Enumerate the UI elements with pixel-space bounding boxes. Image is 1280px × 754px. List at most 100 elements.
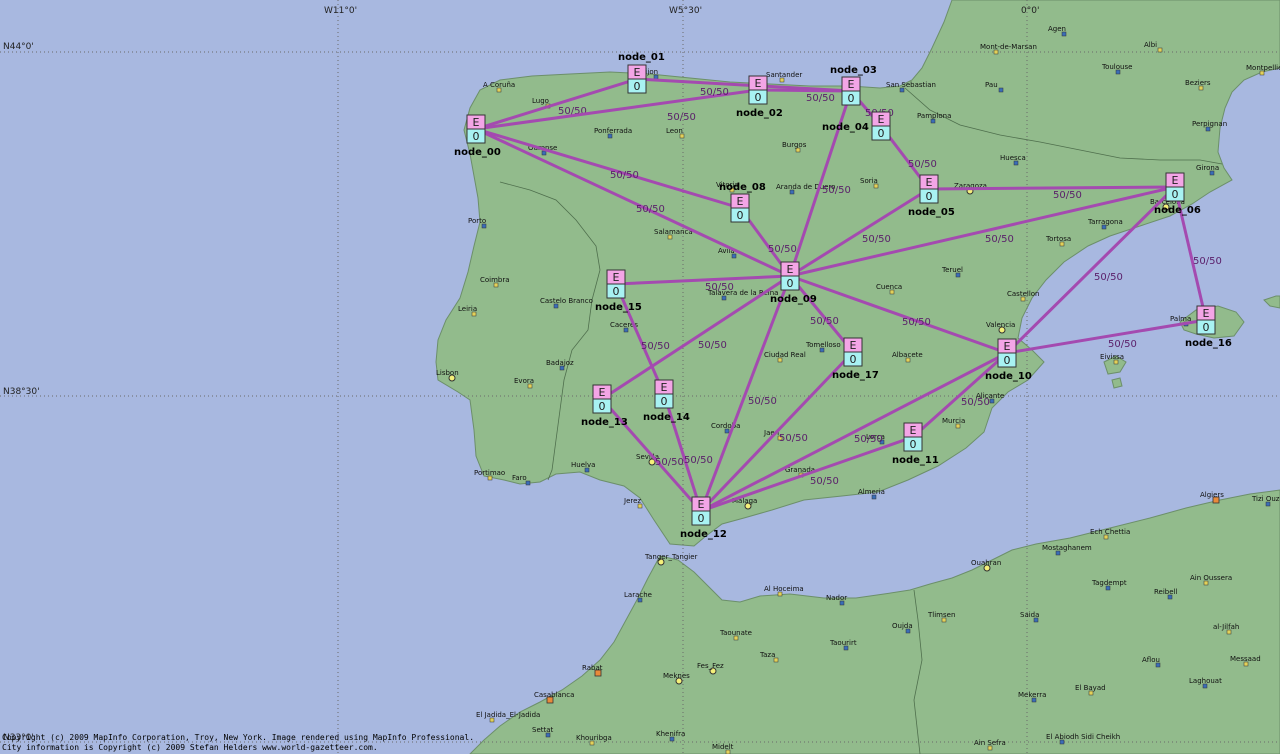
copyright-notice: Copyright (c) 2009 MapInfo Corporation, … [2,733,474,753]
node-top-letter: E [1172,174,1179,187]
city-label: Al Hoceima [764,585,804,593]
city-label: Portimao [474,469,505,477]
city-label: Reibell [1154,588,1177,596]
city-label: Larache [624,591,652,599]
node-bottom-value: 0 [613,285,620,298]
city-label: Leiria [458,305,477,313]
city-label: Oujda [892,622,913,630]
copyright-line: City information is Copyright (c) 2009 S… [2,743,378,752]
city-label: Lisbon [436,369,459,377]
node-label: node_11 [892,455,939,466]
city-label: Valencia [986,321,1015,329]
node-bottom-value: 0 [850,353,857,366]
city-label: Tlimsen [927,611,955,619]
node-top-letter: E [599,386,606,399]
latitude-label: N44°0' [3,42,34,52]
link-line[interactable] [757,88,852,93]
link-line[interactable] [928,185,1176,191]
city-label: Ponferrada [594,127,632,135]
link-label: 50/50 [684,455,713,466]
city-label: Castelo Branco [540,297,593,305]
city-label: Almeria [858,488,885,496]
link-label: 50/50 [908,159,937,170]
link-label: 50/50 [985,234,1014,245]
node-top-letter: E [634,66,641,79]
node-top-letter: E [661,381,668,394]
node-label: node_16 [1185,338,1232,349]
city-label: Messaad [1230,655,1261,663]
node-bottom-value: 0 [698,512,705,525]
city-label: Settat [532,726,554,734]
city-label: Tarragona [1087,218,1123,226]
link-label: 50/50 [698,340,727,351]
city-label: Mont-de-Marsan [980,43,1037,51]
node-bottom-value: 0 [1172,188,1179,201]
city-label: Meknes [663,672,690,680]
city-label: Mekerra [1018,691,1046,699]
node-top-letter: E [787,263,794,276]
city-label: Teruel [941,266,963,274]
node-top-letter: E [850,339,857,352]
node-bottom-value: 0 [910,438,917,451]
city-label: Saida [1020,611,1039,619]
node-bottom-value: 0 [661,395,668,408]
city-label: Coimbra [480,276,510,284]
node-bottom-value: 0 [926,190,933,203]
city-label: Jerez [623,497,641,505]
node-label: node_09 [770,294,817,305]
city-label: Pamplona [917,112,951,120]
node-label: node_15 [595,302,642,313]
city-label: Evora [514,377,534,385]
link-label: 50/50 [862,234,891,245]
node-top-letter: E [848,78,855,91]
node-label: node_04 [822,122,869,133]
node-label: node_17 [832,370,879,381]
node-label: node_02 [736,108,783,119]
node-top-letter: E [755,77,762,90]
city-label: al-Jilfah [1213,623,1239,631]
link-label: 50/50 [810,316,839,327]
link-label: 50/50 [705,282,734,293]
city-label: Ain Oussera [1190,574,1232,582]
city-label: Ciudad Real [764,351,806,359]
longitude-label: 0°0' [1021,6,1039,16]
city-label: Montpellier [1246,64,1280,72]
city-label: Murcia [942,417,965,425]
copyright-line: Copyright (c) 2009 MapInfo Corporation, … [2,733,475,742]
network-map[interactable]: W11°0' W5°30' 0°0' N44°0' N38°30' N33°0'… [0,0,1280,754]
city-label: Mostaghanem [1042,544,1092,552]
city-label: A Coruña [483,81,515,89]
city-label: Laghouat [1189,677,1222,685]
city-label: Faro [512,474,527,482]
city-dot-icon [1157,47,1163,53]
link-label: 50/50 [806,93,835,104]
link-label: 50/50 [768,244,797,255]
node-top-letter: E [926,176,933,189]
city-label: Badajoz [546,359,574,367]
city-label: Algiers [1200,491,1224,499]
city-label: Eivissa [1100,353,1124,361]
link-label: 50/50 [1108,339,1137,350]
city-label: Huesca [1000,154,1026,162]
city-label: Ech Chettia [1090,528,1130,536]
link-label: 50/50 [641,341,670,352]
city-label: Perpignan [1192,120,1227,128]
city-label: Tagdempt [1091,579,1127,587]
city-label: El Bayad [1075,684,1106,692]
city-label: Santander [766,71,802,79]
node-bottom-value: 0 [848,92,855,105]
city-label: Midelt [712,743,734,751]
link-label: 50/50 [667,112,696,123]
node-label: node_14 [643,412,690,423]
link-label: 50/50 [636,204,665,215]
node-label: node_00 [454,147,501,158]
node-bottom-value: 0 [1004,354,1011,367]
city-label: Ain Sefra [974,739,1006,747]
node-label: node_05 [908,207,955,218]
city-label: Casablanca [534,691,574,699]
city-label: Nador [826,594,847,602]
node-label: node_06 [1154,205,1201,216]
node-bottom-value: 0 [755,91,762,104]
city-label: Porto [468,217,486,225]
city-label: Burgos [782,141,807,149]
